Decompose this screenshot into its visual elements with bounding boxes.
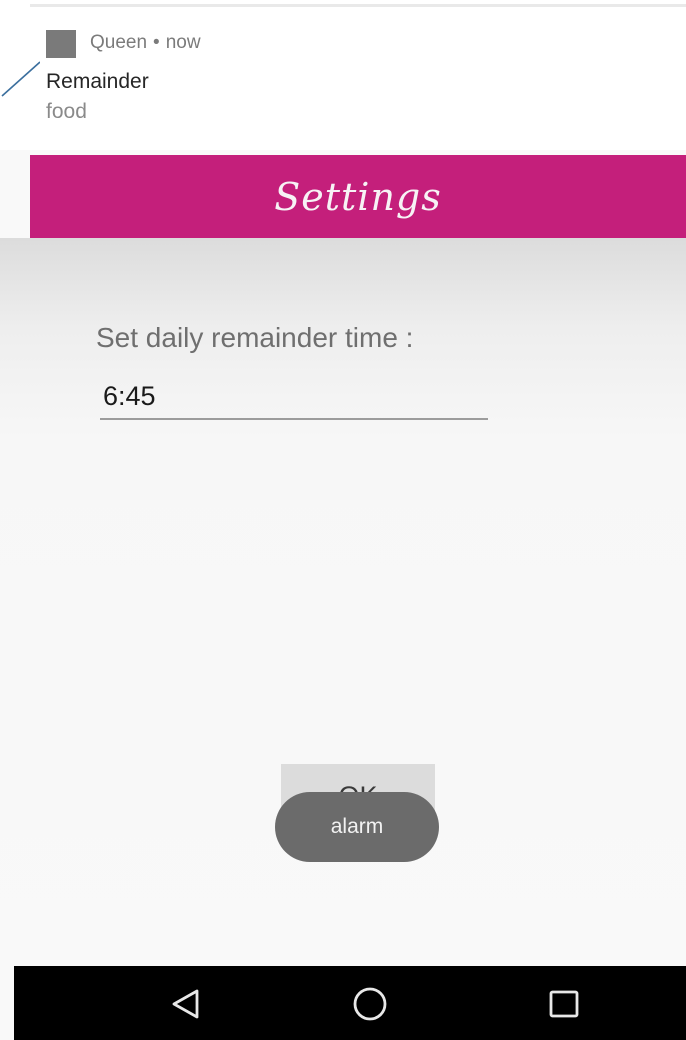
notification-meta: Queen • now xyxy=(90,32,201,54)
notification-separator: • xyxy=(153,32,160,53)
notification-top-divider xyxy=(30,4,686,7)
settings-content: Set daily remainder time : OK alarm xyxy=(0,238,686,966)
home-circle-icon xyxy=(353,987,387,1021)
notification-time: now xyxy=(165,32,201,53)
notification-edge-stroke xyxy=(1,61,40,97)
notification-body: food xyxy=(46,100,87,123)
home-button[interactable] xyxy=(338,980,402,1028)
toast-message: alarm xyxy=(275,792,439,862)
back-button[interactable] xyxy=(154,980,218,1028)
notification-title: Remainder xyxy=(46,70,149,93)
app-icon xyxy=(46,30,76,58)
navigation-bar xyxy=(14,966,686,1040)
page-title: Settings xyxy=(274,174,442,219)
app-screen: Queen • now Remainder food Settings Set da… xyxy=(0,0,686,1040)
notification-card[interactable]: Queen • now Remainder food xyxy=(0,0,686,150)
settings-header: Settings xyxy=(30,155,686,238)
time-label: Set daily remainder time : xyxy=(96,322,414,353)
notification-app-name: Queen xyxy=(90,32,148,53)
recents-button[interactable] xyxy=(532,980,596,1028)
recents-square-icon xyxy=(549,990,579,1018)
time-input[interactable] xyxy=(100,374,488,420)
back-triangle-icon xyxy=(172,989,199,1019)
